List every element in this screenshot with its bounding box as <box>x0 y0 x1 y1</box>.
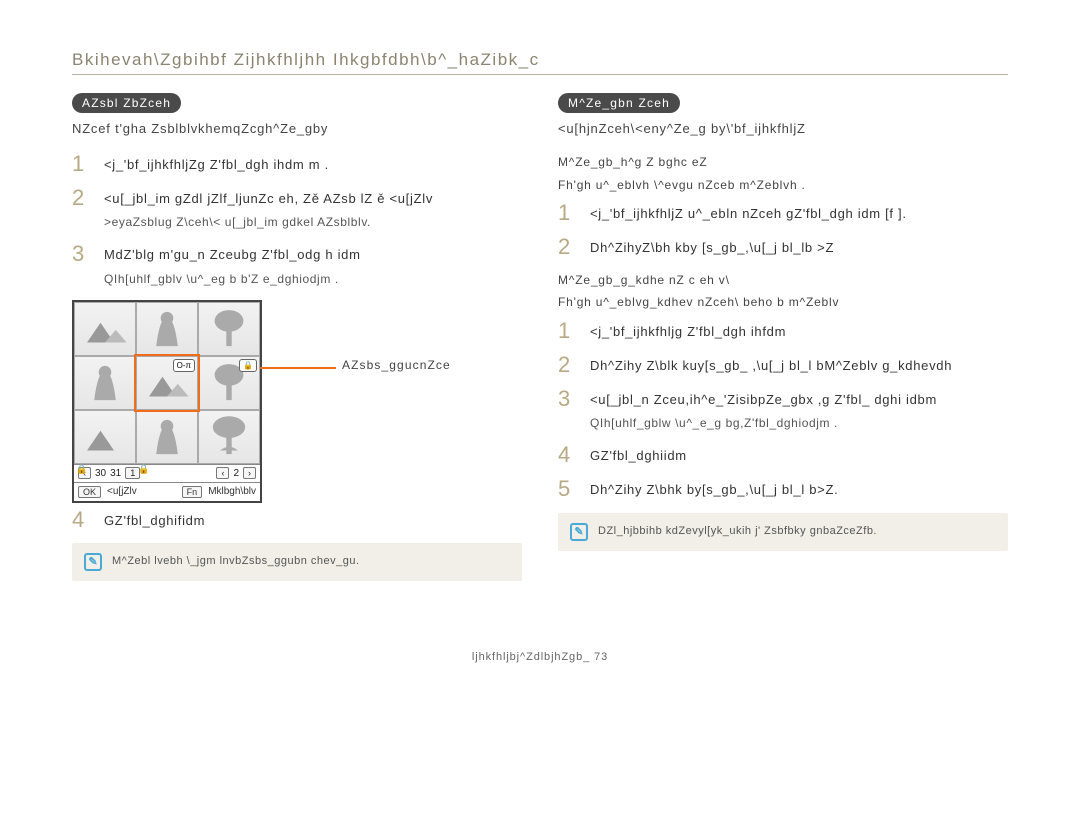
step: 4 GZ'fbl_dghifidm <box>72 509 522 531</box>
thumbnail-selected[interactable]: O‑π <box>136 356 198 410</box>
subhead-2b: Fh'gh u^_eblvg_kdhev nZceh\ beho b m^Zeb… <box>558 293 1008 312</box>
step-text: Dh^ZihyZ\bh kby [s_gb_,\u[_j bl_lb >Z <box>590 238 1008 258</box>
step-text: <j_'bf_ijhkfhljZ u^_ebln nZceh gZ'fbl_dg… <box>590 204 1008 224</box>
note-box: ✎ M^Zebl lvebh \_jgm lnvbZsbs_ggubn chev… <box>72 543 522 581</box>
thumbnail <box>198 410 260 464</box>
step: 1 <j_'bf_ijhkfhljg Z'fbl_dgh ihfdm <box>558 320 1008 342</box>
steps-left: 1 <j_'bf_ijhkfhljZg Z'fbl_dgh ihdm m . 2… <box>72 153 522 287</box>
step-text: Dh^Zihy Z\bhk by[s_gb_,\u[_j bl_l b>Z. <box>590 480 1008 500</box>
step: 5 Dh^Zihy Z\bhk by[s_gb_,\u[_j bl_l b>Z. <box>558 478 1008 500</box>
page-title: Bkihevah\Zgbihbf Zijhkfhljhh Ihkgbfdbh\b… <box>72 50 1008 75</box>
note-icon: ✎ <box>84 553 102 571</box>
lead-left: NZcef t'gha ZsblblvkhemqZcgh^Ze_gby <box>72 119 522 139</box>
steps-right-1: 1 <j_'bf_ijhkfhljZ u^_ebln nZceh gZ'fbl_… <box>558 202 1008 258</box>
thumbnail <box>74 302 136 356</box>
thumbnail: 🔒 <box>136 410 198 464</box>
step-text: <j_'bf_ijhkfhljZg Z'fbl_dgh ihdm m . <box>104 155 522 175</box>
step-text: MdZ'blg m'gu_n Zceubg Z'fbl_odg h idm <box>104 245 522 265</box>
step-number: 2 <box>558 236 580 258</box>
steps-right-2: 1 <j_'bf_ijhkfhljg Z'fbl_dgh ihfdm 2 Dh^… <box>558 320 1008 501</box>
nav-right-icon[interactable]: › <box>243 467 256 479</box>
page: Bkihevah\Zgbihbf Zijhkfhljhh Ihkgbfdbh\b… <box>0 0 1080 683</box>
section-tag-left: AZsbl ZbZceh <box>72 93 181 113</box>
step-number: 3 <box>558 388 580 432</box>
step: 1 <j_'bf_ijhkfhljZ u^_ebln nZceh gZ'fbl_… <box>558 202 1008 224</box>
step-text: <u[_jbl_n Zceu,ih^e_'ZisibpZe_gbx ,g Z'f… <box>590 390 1008 410</box>
note-text: DZl_hjbbihb kdZevyl[yk_ukih j' Zsbfbky g… <box>598 523 877 540</box>
step: 4 GZ'fbl_dghiidm <box>558 444 1008 466</box>
thumbnail <box>136 302 198 356</box>
step-number: 1 <box>72 153 94 175</box>
step-number: 5 <box>558 478 580 500</box>
step: 1 <j_'bf_ijhkfhljZg Z'fbl_dgh ihdm m . <box>72 153 522 175</box>
step-number: 3 <box>72 243 94 287</box>
status-value: 30 <box>95 468 106 479</box>
columns: AZsbl ZbZceh NZcef t'gha ZsblblvkhemqZcg… <box>72 93 1008 581</box>
lock-badge-icon: 🔒 <box>239 359 257 372</box>
subhead-a: M^Ze_gb_h^g Z bghc eZ <box>558 153 1008 172</box>
step-number: 1 <box>558 320 580 342</box>
screen-status-bar: ‹ 30 31 1 ‹ 2 › <box>74 465 260 483</box>
thumbnail-grid: O‑π 🔒 🔒 🔒 <box>74 302 260 465</box>
fn-label: Mklbgh\blv <box>208 486 256 497</box>
protect-icon: 🔒 <box>75 463 89 477</box>
step-text: GZ'fbl_dghiidm <box>590 446 1008 466</box>
step-text: <j_'bf_ijhkfhljg Z'fbl_dgh ihfdm <box>590 322 1008 342</box>
device-screenshot: AZsbs_ggucnZce <box>72 300 332 503</box>
status-value: 2 <box>233 468 239 479</box>
step-text: <u[_jbl_im gZdl jZlf_ljunZc eh, Zě AZsb … <box>104 189 522 209</box>
step-text: Dh^Zihy Z\blk kuy[s_gb_ ,\u[_j bl_l bM^Z… <box>590 356 1008 376</box>
subhead-b: Fh'gh u^_eblvh \^evgu nZceb m^Zeblvh . <box>558 176 1008 195</box>
screen-frame: O‑π 🔒 🔒 🔒 <box>72 300 262 503</box>
thumbnail: 🔒 <box>74 410 136 464</box>
step-number: 2 <box>558 354 580 376</box>
thumbnail <box>198 302 260 356</box>
step-number: 1 <box>558 202 580 224</box>
note-text: M^Zebl lvebh \_jgm lnvbZsbs_ggubn chev_g… <box>112 553 360 570</box>
fn-key[interactable]: Fn <box>182 486 203 498</box>
step-subtext: >eyaZsblug Z\ceh\< u[_jbl_im gdkel AZsbl… <box>104 213 522 231</box>
page-footer: ljhkfhljbj^ZdlbjhZgb_ 73 <box>72 651 1008 663</box>
steps-left-cont: 4 GZ'fbl_dghifidm <box>72 509 522 531</box>
ok-label: <u[jZlv <box>107 486 137 497</box>
callout-label: AZsbs_ggucnZce <box>342 358 451 372</box>
lead-right: <u[hjnZceh\<eny^Ze_g by\'bf_ijhkfhljZ <box>558 119 1008 139</box>
lock-badge-icon: O‑π <box>173 359 195 372</box>
step: 2 Dh^ZihyZ\bh kby [s_gb_,\u[_j bl_lb >Z <box>558 236 1008 258</box>
step: 2 <u[_jbl_im gZdl jZlf_ljunZc eh, Zě AZs… <box>72 187 522 231</box>
status-value: 31 <box>110 468 121 479</box>
step: 3 <u[_jbl_n Zceu,ih^e_'ZisibpZe_gbx ,g Z… <box>558 388 1008 432</box>
step-number: 4 <box>72 509 94 531</box>
note-box: ✎ DZl_hjbbihb kdZevyl[yk_ukih j' Zsbfbky… <box>558 513 1008 551</box>
step-subtext: QIh[uhlf_gblv \u^_eg b b'Z e_dghiodjm . <box>104 270 522 288</box>
note-icon: ✎ <box>570 523 588 541</box>
step-subtext: QIh[uhlf_gblw \u^_e_g bg,Z'fbl_dghiodjm … <box>590 414 1008 432</box>
left-column: AZsbl ZbZceh NZcef t'gha ZsblblvkhemqZcg… <box>72 93 522 581</box>
right-column: M^Ze_gbn Zceh <u[hjnZceh\<eny^Ze_g by\'b… <box>558 93 1008 581</box>
step: 3 MdZ'blg m'gu_n Zceubg Z'fbl_odg h idm … <box>72 243 522 287</box>
screen-softkey-bar: OK <u[jZlv Fn Mklbgh\blv <box>74 483 260 501</box>
section-tag-right: M^Ze_gbn Zceh <box>558 93 680 113</box>
step-number: 4 <box>558 444 580 466</box>
subhead-2a: M^Ze_gb_g_kdhe nZ c eh v\ <box>558 271 1008 290</box>
step: 2 Dh^Zihy Z\blk kuy[s_gb_ ,\u[_j bl_l bM… <box>558 354 1008 376</box>
nav-left2-icon[interactable]: ‹ <box>216 467 229 479</box>
thumbnail <box>74 356 136 410</box>
ok-key[interactable]: OK <box>78 486 101 498</box>
step-number: 2 <box>72 187 94 231</box>
step-text: GZ'fbl_dghifidm <box>104 511 522 531</box>
thumbnail: 🔒 <box>198 356 260 410</box>
protect-icon: 🔒 <box>137 463 151 477</box>
